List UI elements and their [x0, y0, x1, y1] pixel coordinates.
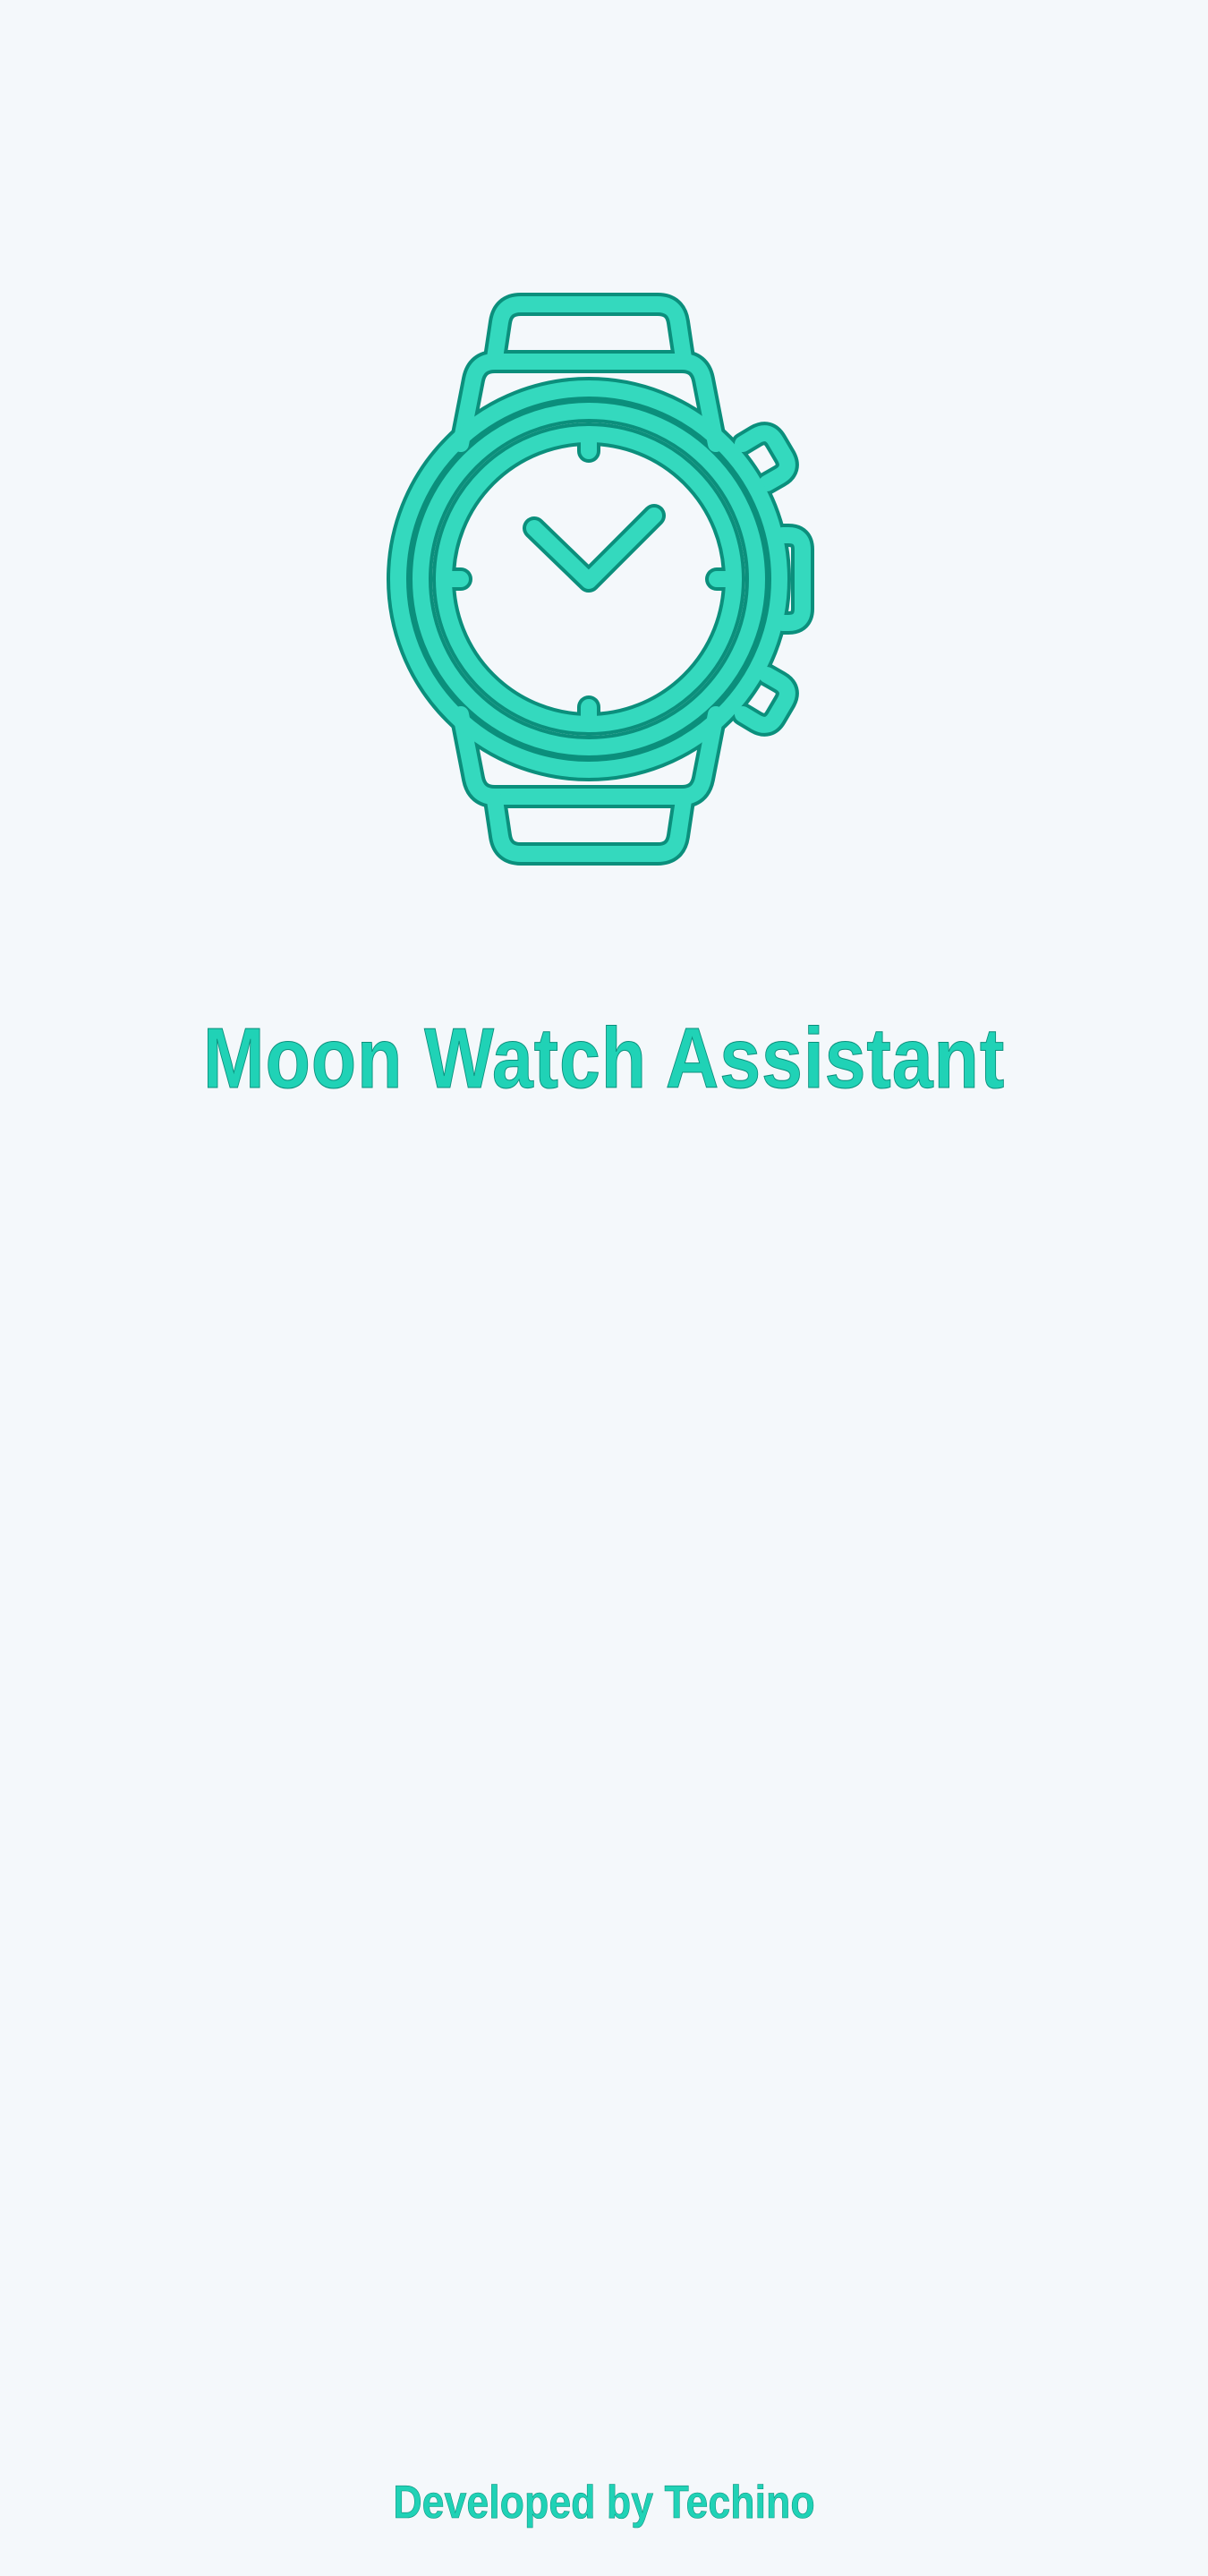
app-title: Moon Watch Assistant	[202, 1011, 1006, 1106]
watch-logo-icon	[380, 285, 828, 874]
developer-credit: Developed by Techino	[393, 2477, 815, 2529]
